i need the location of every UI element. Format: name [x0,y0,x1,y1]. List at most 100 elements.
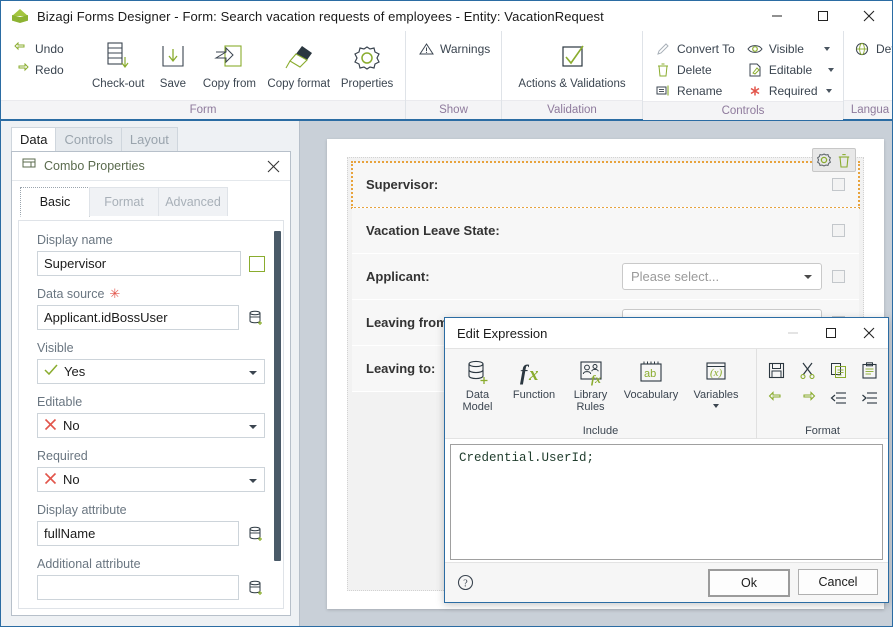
visible-label-text: Visible [37,341,74,355]
convert-to-icon [655,41,671,57]
field-label-visible: Visible [37,341,265,355]
chevron-down-icon[interactable] [823,46,830,51]
editable-select[interactable]: No [37,413,265,438]
visible-select-value: Yes [64,364,86,379]
controls-column-1: Convert To Delete Rename [649,35,741,101]
function-button[interactable]: f x Function [504,353,564,402]
form-row-applicant[interactable]: Applicant: Please select... [352,254,859,300]
display-name-input[interactable]: Supervisor [37,251,241,276]
row-checkbox[interactable] [832,270,845,283]
data-model-button[interactable]: Data Model [451,353,504,413]
copy-from-button[interactable]: Copy from [197,35,263,90]
minimize-icon[interactable] [774,318,812,348]
outdent-icon[interactable] [823,384,854,411]
data-source-label-text: Data source [37,287,105,301]
cut-scissors-icon[interactable] [792,357,823,384]
scrollbar-thumb[interactable] [274,231,281,561]
undo-icon[interactable] [761,384,792,411]
applicant-dropdown[interactable]: Please select... [622,263,822,290]
chevron-down-icon[interactable] [249,371,257,375]
copy-from-icon [213,39,245,77]
library-rules-button[interactable]: fx Library Rules [564,353,617,413]
convert-to-button[interactable]: Convert To [649,38,741,59]
chevron-down-icon[interactable] [249,425,257,429]
chevron-down-icon[interactable] [249,479,257,483]
tab-controls[interactable]: Controls [55,127,122,152]
help-question-icon[interactable]: ? [455,573,475,593]
tab-format[interactable]: Format [89,187,159,216]
cancel-button[interactable]: Cancel [798,568,878,595]
maximize-icon[interactable] [812,318,850,348]
variables-x-icon: (x) [701,356,731,390]
required-select[interactable]: No [37,467,265,492]
data-source-input[interactable]: Applicant.idBossUser [37,305,239,330]
minimize-icon[interactable] [754,1,800,31]
combo-properties-panel: Combo Properties Basic Format Advanced D… [11,151,291,616]
additional-attribute-input[interactable] [37,575,239,600]
editable-button[interactable]: Editable [741,59,840,80]
chevron-down-icon[interactable] [828,67,835,72]
visible-select[interactable]: Yes [37,359,265,384]
save-disk-icon[interactable] [761,357,792,384]
properties-scrollbar[interactable] [273,223,282,606]
gear-icon[interactable] [814,150,834,170]
tab-data[interactable]: Data [11,127,57,152]
maximize-icon[interactable] [800,1,846,31]
close-icon[interactable] [262,155,284,177]
database-add-icon[interactable] [247,309,265,327]
save-button[interactable]: Save [149,35,196,90]
trash-icon[interactable] [834,150,854,170]
form-row-supervisor[interactable]: Supervisor: [351,148,860,209]
indent-icon[interactable] [854,384,885,411]
rename-button[interactable]: Rename [649,80,741,101]
database-add-icon[interactable] [247,525,265,543]
visible-button[interactable]: Visible [741,38,840,59]
actions-validations-button[interactable]: Actions & Validations [508,35,636,90]
variables-button[interactable]: (x) Variables [685,353,747,408]
close-icon[interactable] [850,318,888,348]
ribbon-group-controls: Convert To Delete Rename Visible Editabl… [643,31,844,120]
form-label-leaving-from: Leaving from: [366,315,452,330]
copy-icon[interactable] [823,357,854,384]
chevron-down-icon[interactable] [804,275,812,279]
display-attribute-input[interactable]: fullName [37,521,239,546]
vocabulary-button[interactable]: ab Vocabulary [617,353,685,402]
expression-code-text: Credential.UserId; [459,451,595,465]
delete-button[interactable]: Delete [649,59,741,80]
edit-expression-title-bar: Edit Expression [445,318,888,348]
visible-label: Visible [768,41,804,56]
required-button[interactable]: Required [741,80,840,101]
close-icon[interactable] [846,1,892,31]
paste-icon[interactable] [854,357,885,384]
ribbon-group-show: Warnings Show [406,31,502,119]
tab-layout[interactable]: Layout [120,127,178,152]
check-out-button[interactable]: Check-out [87,35,149,90]
chevron-down-icon[interactable] [713,403,719,408]
default-language-button[interactable]: Defa [850,38,892,59]
color-swatch-icon[interactable] [249,255,265,272]
warnings-button[interactable]: Warnings [412,38,496,59]
copy-format-button[interactable]: Copy format [262,35,335,90]
redo-button[interactable]: Redo [7,59,87,80]
field-row-required: No [37,467,265,492]
redo-icon [13,62,29,78]
undo-button[interactable]: Undo [7,38,87,59]
edit-expression-title: Edit Expression [457,325,548,341]
tab-advanced[interactable]: Advanced [158,187,228,216]
redo-icon[interactable] [792,384,823,411]
tab-basic[interactable]: Basic [20,187,90,217]
copy-format-label: Copy format [267,78,331,90]
function-fx-icon: f x [517,356,551,390]
display-attribute-label-text: Display attribute [37,503,127,517]
row-checkbox[interactable] [832,224,845,237]
form-row-vacation-leave-state[interactable]: Vacation Leave State: [352,208,859,254]
expression-code-editor[interactable]: Credential.UserId; [450,444,883,560]
cross-no-icon [44,418,57,434]
svg-text:(x): (x) [710,367,723,379]
database-add-icon[interactable] [247,579,265,597]
ok-button[interactable]: Ok [708,568,790,597]
chevron-down-icon[interactable] [825,88,832,93]
row-checkbox[interactable] [832,178,845,191]
properties-button[interactable]: Properties [335,35,399,90]
bizagi-cube-icon [12,8,28,24]
